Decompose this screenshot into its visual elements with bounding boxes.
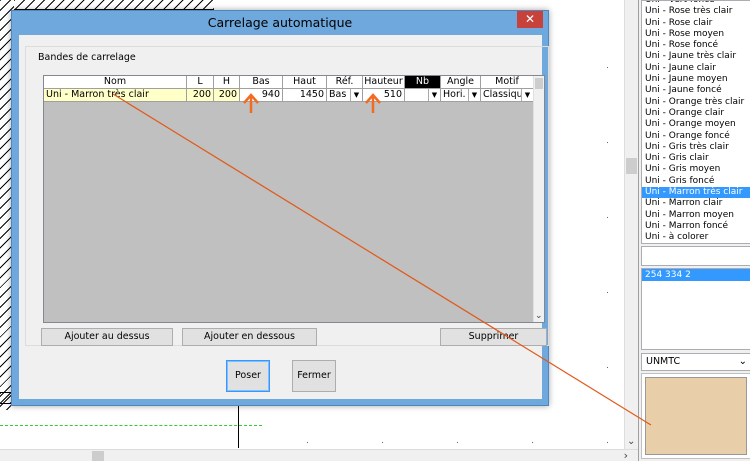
color-list-item[interactable]: Uni - Rose moyen [642,29,750,40]
color-list-item[interactable]: Uni - Rose très clair [642,6,750,17]
col-nom[interactable]: Nom [44,76,187,89]
color-list[interactable]: Uni - Vert foncé Uni - Rose très clair Uni… [641,0,750,244]
color-list-item[interactable]: Uni - à colorer [642,232,750,243]
cell-bas[interactable]: 940 [240,89,283,102]
table-row[interactable]: Uni - Marron très clair 200 200 940 1450… [44,89,534,102]
chevron-down-icon[interactable]: ⌄ [535,311,543,321]
dropdown-arrow-icon[interactable]: ▼ [350,89,362,101]
color-list-item[interactable]: Uni - Marron foncé [642,221,750,232]
ref-value: Bas [329,89,347,100]
color-list-item[interactable]: Uni - Rose foncé [642,40,750,51]
color-list-item[interactable]: Uni - Orange foncé [642,131,750,142]
color-preview [641,373,750,459]
color-list-item[interactable]: Uni - Orange moyen [642,119,750,130]
filter-field[interactable] [641,246,750,266]
cad-guide-line [0,425,262,426]
cell-ref[interactable]: Bas ▼ [327,89,363,102]
chevron-right-icon[interactable]: › [624,449,628,461]
col-nb[interactable]: Nb [405,76,441,89]
col-h[interactable]: H [214,76,240,89]
scroll-thumb[interactable] [626,158,637,174]
scroll-thumb[interactable] [92,451,104,461]
cell-nom[interactable]: Uni - Marron très clair [44,89,187,102]
right-panel: Uni - Vert foncé Uni - Rose très clair Uni… [638,0,750,461]
table-scrollbar[interactable]: ⌄ [533,76,544,322]
delete-button[interactable]: Supprimer [440,328,547,346]
color-list-item[interactable]: Uni - Jaune moyen [642,74,750,85]
color-list-item[interactable]: Uni - Rose clair [642,18,750,29]
color-list-item[interactable]: Uni - Orange clair [642,108,750,119]
tile-bands-group: Bandes de carrelage Nom L H Bas Haut Réf… [25,46,549,346]
canvas-horizontal-scrollbar[interactable]: › [0,449,638,461]
cell-hauteur[interactable]: 510 [363,89,405,102]
canvas-vertical-scrollbar[interactable]: ⌄ [624,0,638,449]
color-swatch [645,377,747,455]
color-list-item[interactable]: Uni - Jaune clair [642,63,750,74]
color-list-item[interactable]: Uni - Marron clair [642,198,750,209]
dialog-title: Carrelage automatique [207,15,353,30]
cell-h[interactable]: 200 [214,89,240,102]
tiling-dialog: Carrelage automatique ✕ Bandes de carrel… [11,10,549,406]
wall-hatch-top [14,0,214,10]
col-motif[interactable]: Motif [481,76,534,89]
color-list-item[interactable]: Uni - Gris moyen [642,164,750,175]
color-list-item[interactable]: Uni - Jaune foncé [642,85,750,96]
cell-motif[interactable]: Classique ▼ [481,89,534,102]
code-select[interactable]: UNMTC ⌄ [641,353,750,371]
color-list-item[interactable]: Uni - Jaune très clair [642,51,750,62]
scroll-thumb[interactable] [535,78,543,89]
group-label: Bandes de carrelage [36,52,138,63]
cell-haut[interactable]: 1450 [283,89,327,102]
col-haut[interactable]: Haut [283,76,327,89]
dropdown-arrow-icon[interactable]: ▼ [521,89,533,101]
add-above-button[interactable]: Ajouter au dessus [41,328,173,346]
color-list-item[interactable]: Uni - Gris clair [642,153,750,164]
dropdown-arrow-icon[interactable]: ▼ [428,89,440,101]
col-ref[interactable]: Réf. [327,76,363,89]
color-list-item[interactable]: Uni - Marron très clair [642,187,750,199]
dialog-body: Bandes de carrelage Nom L H Bas Haut Réf… [19,35,549,399]
close-icon[interactable]: ✕ [517,11,543,28]
chevron-down-icon[interactable]: ⌄ [627,436,635,447]
col-hauteur[interactable]: Hauteur [363,76,405,89]
rgb-value[interactable]: 254 334 2 [642,269,750,281]
cell-angle[interactable]: Hori. ▼ [441,89,481,102]
color-list-item[interactable]: Uni - Gris foncé [642,176,750,187]
color-list-item[interactable]: Uni - Gris très clair [642,142,750,153]
color-list-item[interactable]: Uni - Marron moyen [642,210,750,221]
col-angle[interactable]: Angle [441,76,481,89]
cell-l[interactable]: 200 [187,89,214,102]
angle-value: Hori. [443,89,466,100]
dropdown-arrow-icon[interactable]: ▼ [468,89,480,101]
chevron-down-icon[interactable]: ⌄ [739,354,747,370]
place-button[interactable]: Poser [226,360,270,392]
cad-line [238,404,239,448]
add-below-button[interactable]: Ajouter en dessous [182,328,317,346]
rgb-list[interactable]: 254 334 2 [641,268,750,350]
table-header: Nom L H Bas Haut Réf. Hauteur Nb Angle M… [44,76,534,89]
close-button[interactable]: Fermer [292,360,336,392]
cell-nb[interactable]: ▼ [405,89,441,102]
col-l[interactable]: L [187,76,214,89]
color-list-item[interactable]: Uni - Orange très clair [642,97,750,108]
col-bas[interactable]: Bas [240,76,283,89]
bands-table[interactable]: Nom L H Bas Haut Réf. Hauteur Nb Angle M… [43,75,545,323]
code-value: UNMTC [646,356,681,367]
